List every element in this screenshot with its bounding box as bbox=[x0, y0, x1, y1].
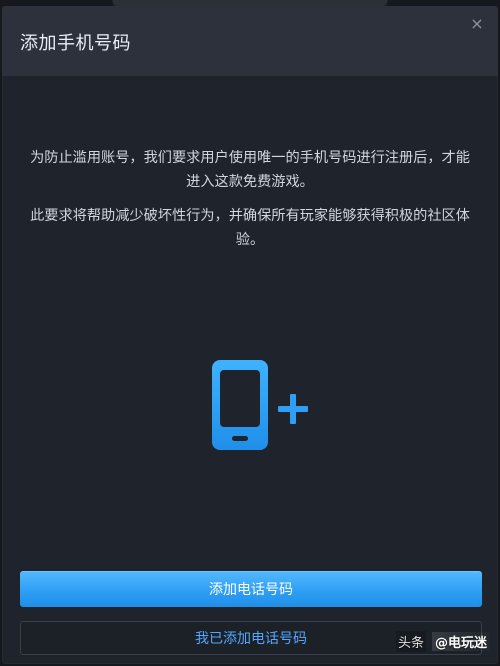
close-button[interactable]: × bbox=[466, 12, 488, 34]
phone-plus-icon-wrap bbox=[210, 358, 320, 468]
add-phone-button-label: 添加电话号码 bbox=[209, 582, 293, 598]
add-phone-button[interactable]: 添加电话号码 bbox=[20, 571, 482, 607]
add-phone-dialog: 添加手机号码 × 为防止滥用账号，我们要求用户使用唯一的手机号码进行注册后，才能… bbox=[2, 6, 498, 664]
dialog-message: 为防止滥用账号，我们要求用户使用唯一的手机号码进行注册后，才能进入这款免费游戏。… bbox=[24, 146, 476, 262]
message-paragraph-1: 为防止滥用账号，我们要求用户使用唯一的手机号码进行注册后，才能进入这款免费游戏。 bbox=[30, 150, 470, 190]
dialog-header: 添加手机号码 × bbox=[2, 6, 498, 76]
already-added-phone-button-label: 我已添加电话号码 bbox=[195, 631, 307, 647]
message-paragraph-2: 此要求将帮助减少破坏性行为，并确保所有玩家能够获得积极的社区体验。 bbox=[30, 208, 470, 248]
phone-plus-icon bbox=[210, 358, 320, 468]
watermark-source: 头条 bbox=[395, 631, 426, 652]
close-icon: × bbox=[470, 13, 484, 33]
source-watermark: 头条 @电玩迷 bbox=[395, 631, 490, 652]
watermark-author: @电玩迷 bbox=[431, 632, 490, 651]
dialog-title: 添加手机号码 bbox=[20, 33, 131, 54]
